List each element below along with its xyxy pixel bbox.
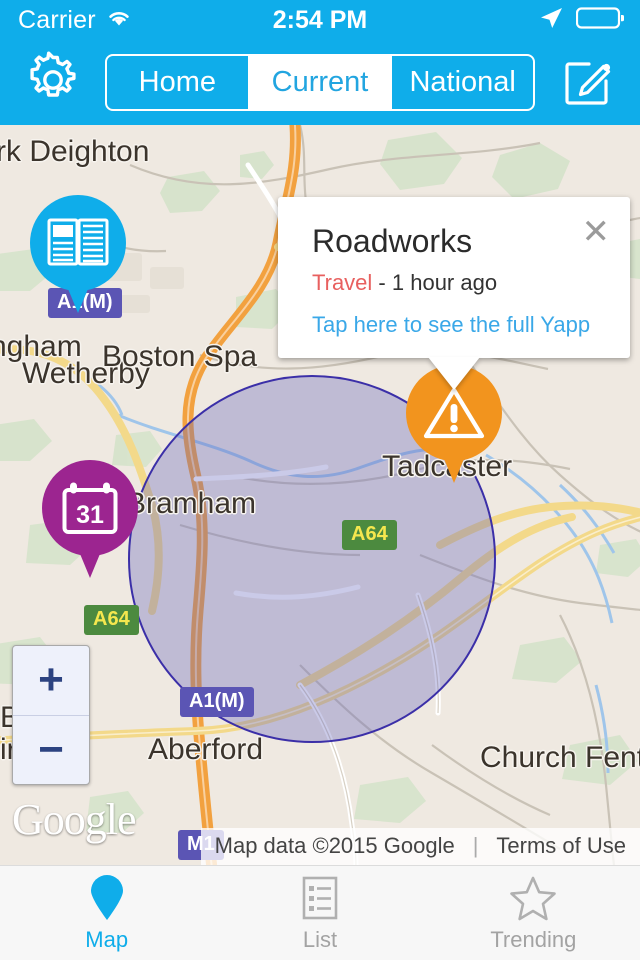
zoom-in-button[interactable]: +	[13, 646, 89, 716]
calendar-pin[interactable]: 31	[42, 460, 138, 578]
attribution-separator: |	[472, 833, 479, 858]
map-label-aberford: Aberford	[148, 733, 264, 766]
map-label-church-fenton: Church Fenton	[480, 741, 640, 774]
map-callout[interactable]: Roadworks Travel - 1 hour ago Tap here t…	[278, 197, 630, 390]
map-attribution: Map data ©2015 Google | Terms of Use	[200, 828, 640, 865]
callout-title: Roadworks	[312, 223, 473, 259]
callout-timestamp: 1 hour ago	[391, 269, 498, 295]
carrier-label: Carrier	[18, 5, 96, 34]
view-segmented-control[interactable]: Home Current National	[105, 54, 535, 111]
status-bar-clock: 2:54 PM	[272, 5, 368, 34]
tab-map[interactable]: Map	[0, 866, 213, 960]
star-icon	[509, 873, 557, 921]
settings-button[interactable]	[0, 51, 105, 114]
segment-home[interactable]: Home	[107, 56, 250, 109]
compose-button[interactable]	[535, 54, 640, 111]
zoom-out-button[interactable]: −	[13, 716, 89, 785]
road-shield-a64-east: A64	[342, 520, 397, 550]
tab-list-label: List	[302, 927, 338, 952]
callout-subtitle: Travel - 1 hour ago	[312, 270, 606, 296]
map-label-bramham: Bramham	[126, 487, 257, 520]
tab-bar: Map List Trending	[0, 865, 640, 960]
map-label-boston-spa: Boston Spa	[102, 340, 258, 373]
map-zoom-controls[interactable]: + −	[12, 645, 90, 785]
wifi-icon	[106, 8, 132, 33]
callout-separator: -	[372, 269, 392, 295]
svg-text:31: 31	[76, 501, 104, 529]
google-logo: Google	[12, 795, 137, 844]
tab-trending[interactable]: Trending	[427, 866, 640, 960]
list-icon	[298, 873, 342, 921]
battery-icon	[575, 6, 624, 35]
terms-of-use-link[interactable]: Terms of Use	[496, 833, 626, 859]
callout-category: Travel	[312, 269, 373, 295]
map-data-credit: Map data ©2015 Google	[214, 833, 455, 858]
tab-list[interactable]: List	[213, 866, 426, 960]
map-pin-icon	[85, 873, 129, 921]
callout-link[interactable]: Tap here to see the full Yapp	[312, 312, 606, 338]
status-bar-left: Carrier	[0, 6, 200, 35]
app-root: Carrier 2:54 PM Home Current National rk…	[0, 0, 640, 960]
compose-icon	[562, 54, 614, 111]
close-icon[interactable]: ✕	[582, 215, 611, 249]
map-label-ngham: ngham	[0, 330, 82, 363]
segment-national[interactable]: National	[392, 56, 533, 109]
status-bar: Carrier 2:54 PM	[0, 0, 640, 40]
map-canvas[interactable]: rk Deighton Wetherby ngham Boston Spa Br…	[0, 125, 640, 865]
status-bar-right	[440, 5, 640, 36]
gear-icon	[24, 51, 82, 114]
nav-bar: Home Current National	[0, 40, 640, 125]
segment-current[interactable]: Current	[249, 56, 393, 109]
news-pin[interactable]	[30, 195, 126, 313]
road-shield-a1m-south: A1(M)	[180, 687, 254, 717]
tab-trending-label: Trending	[490, 927, 577, 952]
tab-map-label: Map	[85, 927, 129, 952]
newspaper-icon	[30, 195, 126, 291]
map-label-knaresborough: rk Deighton	[0, 135, 150, 168]
location-arrow-icon	[538, 5, 564, 36]
calendar-icon: 31	[42, 460, 138, 556]
road-shield-a64-west: A64	[84, 605, 139, 635]
callout-arrow	[428, 356, 480, 390]
